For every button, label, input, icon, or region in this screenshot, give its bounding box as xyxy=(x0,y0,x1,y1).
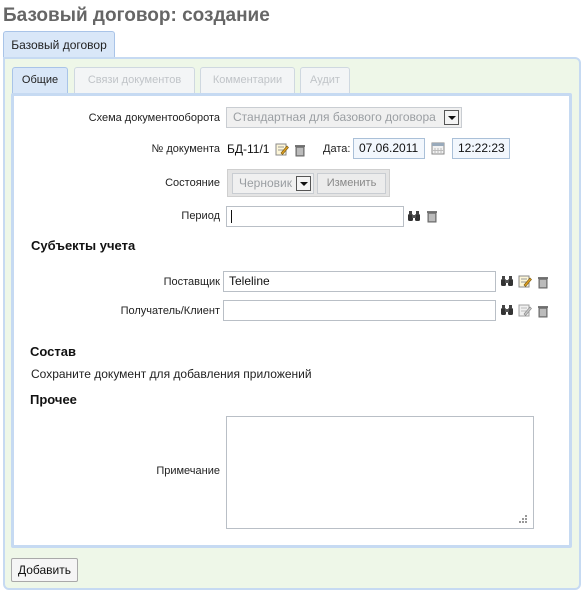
change-state-button[interactable]: Изменить xyxy=(317,173,386,194)
calendar-icon[interactable] xyxy=(431,141,445,155)
binoculars-icon[interactable] xyxy=(407,209,421,223)
workflow-label: Схема документооборота xyxy=(88,112,220,124)
trash-icon[interactable] xyxy=(293,143,307,157)
binoculars-icon[interactable] xyxy=(500,274,514,288)
state-label: Состояние xyxy=(165,177,220,189)
doc-number-value: БД-11/1 xyxy=(227,142,270,156)
subjects-section-title: Субъекты учета xyxy=(31,238,136,253)
composition-note: Сохраните документ для добавления прилож… xyxy=(31,367,312,381)
period-input[interactable] xyxy=(226,206,404,227)
page-title: Базовый договор: создание xyxy=(3,5,270,26)
doc-number-label: № документа xyxy=(151,143,221,155)
text-cursor xyxy=(231,210,232,223)
state-value: Черновик xyxy=(239,176,292,190)
date-label: Дата: xyxy=(323,143,351,155)
note-textarea[interactable] xyxy=(226,416,534,529)
tab-base-contract[interactable]: Базовый договор xyxy=(3,31,115,58)
recipient-input[interactable] xyxy=(223,300,496,321)
edit-icon[interactable] xyxy=(518,274,532,288)
state-select[interactable]: Черновик xyxy=(232,173,314,194)
trash-icon[interactable] xyxy=(536,275,550,289)
tab-general[interactable]: Общие xyxy=(12,67,68,94)
edit-icon[interactable] xyxy=(275,142,289,156)
time-field[interactable]: 12:22:23 xyxy=(452,138,510,159)
chevron-down-icon[interactable] xyxy=(296,176,311,191)
date-field[interactable]: 07.06.2011 xyxy=(353,138,425,159)
tab-document-links[interactable]: Связи документов xyxy=(74,67,195,94)
chevron-down-icon[interactable] xyxy=(444,110,459,125)
binoculars-icon[interactable] xyxy=(500,303,514,317)
trash-icon[interactable] xyxy=(536,304,550,318)
workflow-select[interactable]: Стандартная для базового договора xyxy=(226,107,462,128)
trash-icon[interactable] xyxy=(425,209,439,223)
workflow-value: Стандартная для базового договора xyxy=(233,110,436,124)
tab-comments[interactable]: Комментарии xyxy=(200,67,295,94)
supplier-label: Поставщик xyxy=(163,276,220,288)
edit-icon[interactable] xyxy=(518,303,532,317)
note-label: Примечание xyxy=(156,465,220,477)
other-section-title: Прочее xyxy=(30,392,77,407)
supplier-input[interactable]: Teleline xyxy=(223,271,496,292)
tab-audit[interactable]: Аудит xyxy=(300,67,350,94)
composition-section-title: Состав xyxy=(30,344,76,359)
period-label: Период xyxy=(181,210,220,222)
add-button[interactable]: Добавить xyxy=(11,558,78,582)
resize-handle-icon[interactable] xyxy=(517,513,528,524)
recipient-label: Получатель/Клиент xyxy=(120,305,220,317)
